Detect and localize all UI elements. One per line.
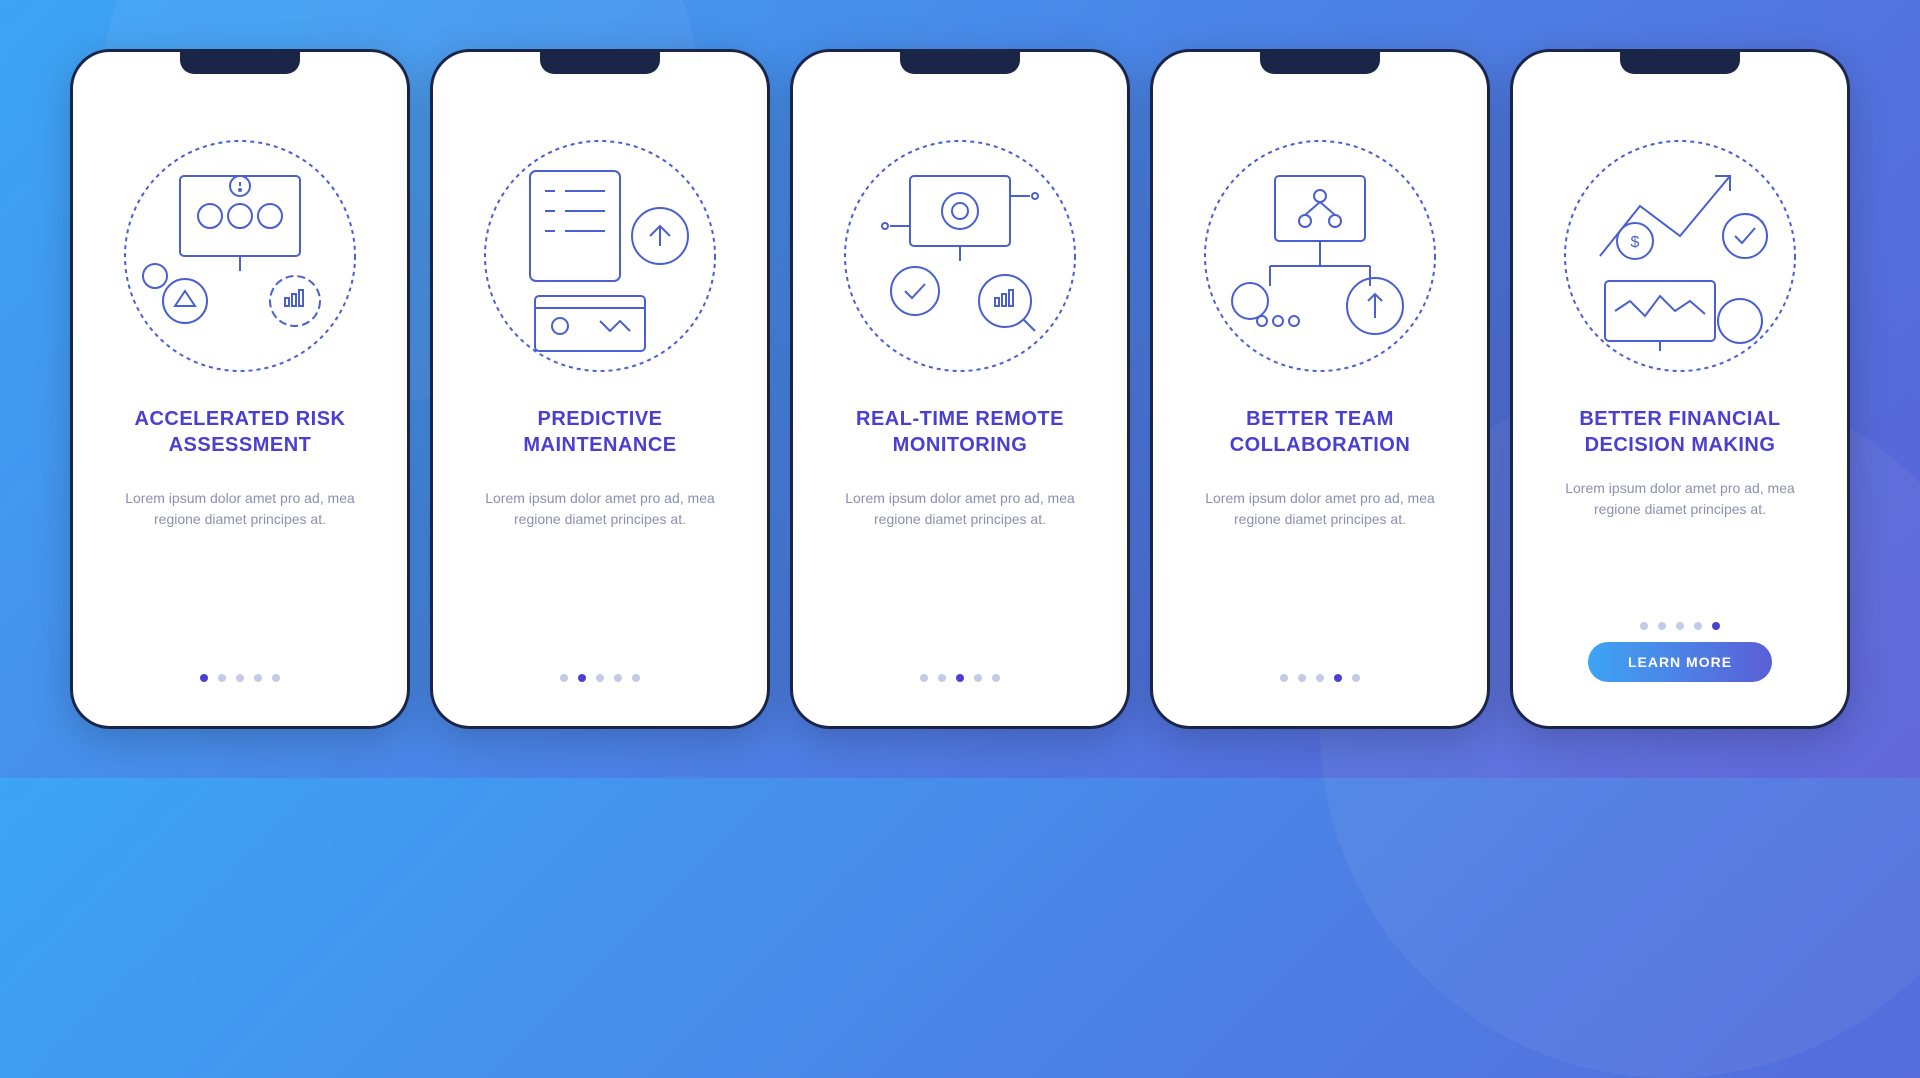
- dot[interactable]: [560, 674, 568, 682]
- screen-body: Lorem ipsum dolor amet pro ad, mea regio…: [1533, 478, 1827, 520]
- dot[interactable]: [632, 674, 640, 682]
- screen-title: REAL-TIME REMOTE MONITORING: [813, 406, 1107, 458]
- svg-text:$: $: [1631, 234, 1640, 251]
- onboarding-screen-4: BETTER TEAM COLLABORATION Lorem ipsum do…: [1150, 49, 1490, 729]
- dot[interactable]: [1712, 622, 1720, 630]
- phone-row: ACCELERATED RISK ASSESSMENT Lorem ipsum …: [70, 49, 1850, 729]
- screen-body: Lorem ipsum dolor amet pro ad, mea regio…: [813, 488, 1107, 530]
- dot[interactable]: [1280, 674, 1288, 682]
- risk-assessment-icon: [110, 126, 370, 386]
- pagination-dots[interactable]: [200, 674, 280, 682]
- dot[interactable]: [236, 674, 244, 682]
- onboarding-screen-2: PREDICTIVE MAINTENANCE Lorem ipsum dolor…: [430, 49, 770, 729]
- predictive-maintenance-icon: [470, 126, 730, 386]
- dot[interactable]: [254, 674, 262, 682]
- team-collaboration-icon: [1190, 126, 1450, 386]
- dot[interactable]: [596, 674, 604, 682]
- dot[interactable]: [1298, 674, 1306, 682]
- screen-title: ACCELERATED RISK ASSESSMENT: [93, 406, 387, 458]
- screen-body: Lorem ipsum dolor amet pro ad, mea regio…: [453, 488, 747, 530]
- onboarding-screen-3: REAL-TIME REMOTE MONITORING Lorem ipsum …: [790, 49, 1130, 729]
- financial-decision-icon: $: [1550, 126, 1810, 386]
- screen-title: BETTER TEAM COLLABORATION: [1173, 406, 1467, 458]
- phone-notch: [180, 52, 300, 74]
- dot[interactable]: [992, 674, 1000, 682]
- phone-notch: [1620, 52, 1740, 74]
- dot[interactable]: [614, 674, 622, 682]
- pagination-dots[interactable]: [920, 674, 1000, 682]
- screen-body: Lorem ipsum dolor amet pro ad, mea regio…: [93, 488, 387, 530]
- dot[interactable]: [200, 674, 208, 682]
- phone-notch: [1260, 52, 1380, 74]
- dot[interactable]: [1694, 622, 1702, 630]
- pagination-dots[interactable]: [560, 674, 640, 682]
- screen-title: PREDICTIVE MAINTENANCE: [453, 406, 747, 458]
- remote-monitoring-icon: [830, 126, 1090, 386]
- pagination-dots[interactable]: [1280, 674, 1360, 682]
- dot[interactable]: [272, 674, 280, 682]
- dot[interactable]: [218, 674, 226, 682]
- dot[interactable]: [578, 674, 586, 682]
- phone-notch: [540, 52, 660, 74]
- dot[interactable]: [1658, 622, 1666, 630]
- phone-notch: [900, 52, 1020, 74]
- screen-body: Lorem ipsum dolor amet pro ad, mea regio…: [1173, 488, 1467, 530]
- learn-more-button[interactable]: LEARN MORE: [1588, 642, 1772, 682]
- dot[interactable]: [1316, 674, 1324, 682]
- onboarding-screen-5: $ BETTER FINANCIAL DECISION MAKING Lorem…: [1510, 49, 1850, 729]
- dot[interactable]: [1352, 674, 1360, 682]
- pagination-dots[interactable]: [1640, 622, 1720, 630]
- dot[interactable]: [938, 674, 946, 682]
- dot[interactable]: [974, 674, 982, 682]
- onboarding-screen-1: ACCELERATED RISK ASSESSMENT Lorem ipsum …: [70, 49, 410, 729]
- dot[interactable]: [920, 674, 928, 682]
- dot[interactable]: [956, 674, 964, 682]
- screen-title: BETTER FINANCIAL DECISION MAKING: [1533, 406, 1827, 458]
- dot[interactable]: [1640, 622, 1648, 630]
- dot[interactable]: [1334, 674, 1342, 682]
- dot[interactable]: [1676, 622, 1684, 630]
